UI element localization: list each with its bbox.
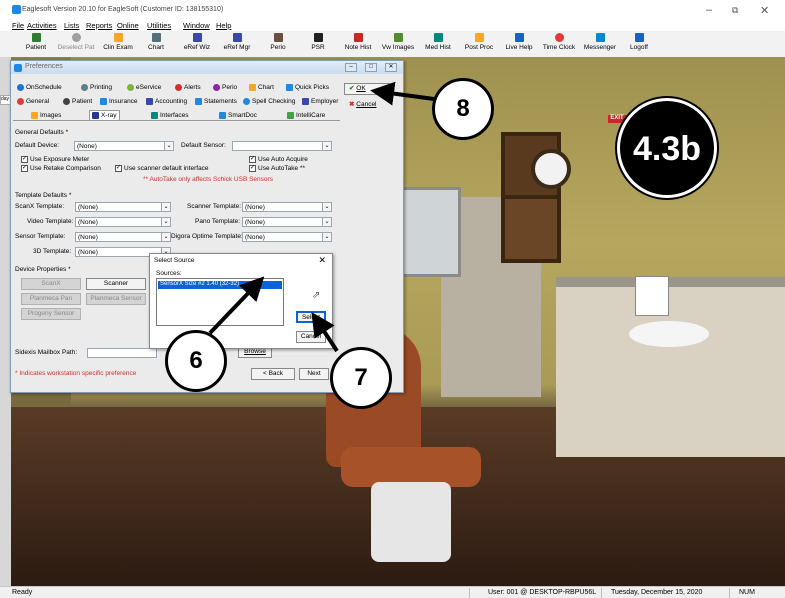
callout-arrows [208, 81, 435, 353]
status-num: NUM [739, 589, 755, 596]
callout-6: 6 [165, 330, 227, 392]
callout-8: 8 [432, 78, 494, 140]
status-separator [601, 588, 602, 598]
callout-6-arrow [208, 276, 265, 335]
status-separator [469, 588, 470, 598]
callout-8-arrow [370, 81, 435, 106]
status-user: User: 001 @ DESKTOP-RBPU56L [488, 589, 597, 596]
callout-7-arrow [311, 311, 339, 353]
callout-7: 7 [330, 347, 392, 409]
status-bar: Ready User: 001 @ DESKTOP-RBPU56L Tuesda… [0, 586, 785, 598]
status-date: Tuesday, December 15, 2020 [611, 589, 703, 596]
status-ready: Ready [12, 589, 33, 596]
status-separator [729, 588, 730, 598]
